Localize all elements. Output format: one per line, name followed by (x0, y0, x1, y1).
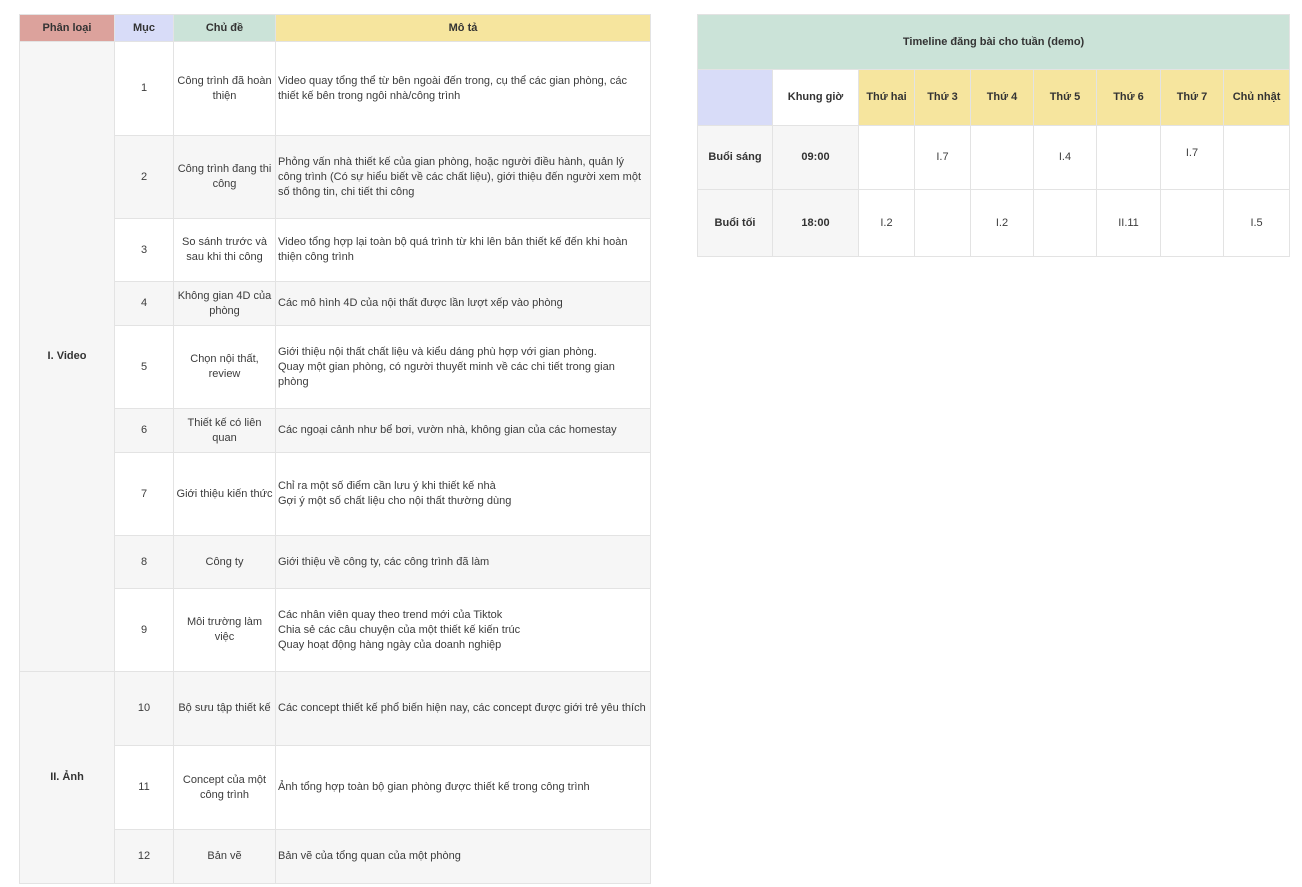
timeline-row-morning: Buổi sáng 09:00 I.7 I.4 I.7 (697, 125, 1291, 190)
topic-cell[interactable]: Thiết kế có liên quan (173, 408, 276, 453)
timeline-header-row: Khung giờ Thứ hai Thứ 3 Thứ 4 Thứ 5 Thứ … (697, 69, 1291, 126)
day-header-sun[interactable]: Chủ nhật (1222, 69, 1291, 126)
table-row: 11 Concept của một công trình Ảnh tổng h… (20, 745, 651, 830)
category-cell-video[interactable]: I. Video (19, 41, 115, 672)
schedule-cell[interactable]: I.2 (858, 189, 915, 257)
timeline-title-row: Timeline đăng bài cho tuần (demo) (696, 14, 1291, 70)
table-row: 4 Không gian 4D của phòng Các mô hình 4D… (20, 281, 651, 326)
timeline-title[interactable]: Timeline đăng bài cho tuần (demo) (696, 14, 1291, 70)
topic-cell[interactable]: Bản vẽ (173, 829, 276, 884)
topic-cell[interactable]: Giới thiệu kiến thức (173, 452, 276, 536)
schedule-cell[interactable]: I.5 (1222, 189, 1291, 257)
table-row: 12 Bản vẽ Bản vẽ của tổng quan của một p… (20, 829, 651, 884)
description-cell[interactable]: Bản vẽ của tổng quan của một phòng (275, 829, 651, 884)
topic-cell[interactable]: Môi trường làm việc (173, 588, 276, 672)
topic-header[interactable]: Chủ đề (173, 14, 276, 42)
description-header[interactable]: Mô tả (275, 14, 651, 42)
table-row: 8 Công ty Giới thiệu về công ty, các côn… (20, 535, 651, 589)
schedule-cell[interactable]: I.7 (914, 125, 971, 190)
description-cell[interactable]: Các concept thiết kế phổ biến hiện nay, … (275, 671, 651, 746)
topic-cell[interactable]: Concept của một công trình (173, 745, 276, 830)
content-header-row: Phân loại Mục Chủ đề Mô tả (19, 14, 651, 42)
schedule-cell[interactable]: I.4 (1033, 125, 1097, 190)
table-row: 9 Môi trường làm việc Các nhân viên quay… (20, 588, 651, 672)
schedule-cell[interactable]: I.7 (1160, 125, 1224, 190)
description-cell[interactable]: Giới thiệu nội thất chất liệu và kiểu dá… (275, 325, 651, 409)
schedule-cell[interactable]: I.2 (970, 189, 1034, 257)
day-header-fri[interactable]: Thứ 6 (1096, 69, 1161, 126)
time-slot-header[interactable]: Khung giờ (772, 69, 859, 126)
timeline-corner-cell[interactable] (697, 69, 773, 126)
timeline-row-evening: Buổi tối 18:00 I.2 I.2 II.11 I.5 (697, 189, 1291, 257)
day-header-mon[interactable]: Thứ hai (858, 69, 915, 126)
schedule-cell[interactable] (1033, 189, 1097, 257)
description-cell[interactable]: Video quay tổng thể từ bên ngoài đến tro… (275, 41, 651, 136)
content-plan-table: Phân loại Mục Chủ đề Mô tả I. Video 1 Cô… (19, 14, 651, 884)
table-row: 5 Chọn nội thất, review Giới thiệu nội t… (20, 325, 651, 409)
description-cell[interactable]: Các mô hình 4D của nội thất được lần lượ… (275, 281, 651, 326)
item-number[interactable]: 8 (114, 535, 174, 589)
topic-cell[interactable]: Công ty (173, 535, 276, 589)
category-header[interactable]: Phân loại (19, 14, 115, 42)
topic-cell[interactable]: So sánh trước và sau khi thi công (173, 218, 276, 282)
description-cell[interactable]: Chỉ ra một số điểm cần lưu ý khi thiết k… (275, 452, 651, 536)
schedule-cell[interactable] (1096, 125, 1161, 190)
item-number[interactable]: 2 (114, 135, 174, 219)
day-header-wed[interactable]: Thứ 4 (970, 69, 1034, 126)
item-number[interactable]: 5 (114, 325, 174, 409)
item-number[interactable]: 4 (114, 281, 174, 326)
schedule-cell[interactable] (858, 125, 915, 190)
day-header-tue[interactable]: Thứ 3 (914, 69, 971, 126)
table-row: II. Ảnh 10 Bộ sưu tập thiết kế Các conce… (19, 671, 651, 884)
topic-cell[interactable]: Bộ sưu tập thiết kế (173, 671, 276, 746)
topic-cell[interactable]: Công trình đang thi công (173, 135, 276, 219)
table-row: 7 Giới thiệu kiến thức Chỉ ra một số điể… (20, 452, 651, 536)
item-number[interactable]: 10 (114, 671, 174, 746)
schedule-cell[interactable] (1160, 189, 1224, 257)
session-label[interactable]: Buổi tối (697, 189, 773, 257)
table-row: 2 Công trình đang thi công Phỏng vấn nhà… (20, 135, 651, 219)
session-time[interactable]: 18:00 (772, 189, 859, 257)
day-header-sat[interactable]: Thứ 7 (1160, 69, 1224, 126)
table-row: I. Video 1 Công trình đã hoàn thiện Vide… (19, 41, 651, 672)
schedule-cell[interactable]: II.11 (1096, 189, 1161, 257)
day-header-thu[interactable]: Thứ 5 (1033, 69, 1097, 126)
item-number[interactable]: 3 (114, 218, 174, 282)
topic-cell[interactable]: Không gian 4D của phòng (173, 281, 276, 326)
topic-cell[interactable]: Chọn nội thất, review (173, 325, 276, 409)
description-cell[interactable]: Ảnh tổng hợp toàn bộ gian phòng được thi… (275, 745, 651, 830)
topic-cell[interactable]: Công trình đã hoàn thiện (173, 41, 276, 136)
description-cell[interactable]: Các ngoại cảnh như bể bơi, vườn nhà, khô… (275, 408, 651, 453)
category-cell-photo[interactable]: II. Ảnh (19, 671, 115, 884)
description-cell[interactable]: Video tổng hợp lại toàn bộ quá trình từ … (275, 218, 651, 282)
item-number[interactable]: 1 (114, 41, 174, 136)
item-number[interactable]: 12 (114, 829, 174, 884)
session-label[interactable]: Buổi sáng (697, 125, 773, 190)
table-row: 3 So sánh trước và sau khi thi công Vide… (20, 218, 651, 282)
posting-timeline-table: Timeline đăng bài cho tuần (demo) Khung … (696, 14, 1291, 257)
description-cell[interactable]: Các nhân viên quay theo trend mới của Ti… (275, 588, 651, 672)
description-cell[interactable]: Giới thiệu về công ty, các công trình đã… (275, 535, 651, 589)
item-number[interactable]: 6 (114, 408, 174, 453)
schedule-cell[interactable] (914, 189, 971, 257)
description-cell[interactable]: Phỏng vấn nhà thiết kế của gian phòng, h… (275, 135, 651, 219)
schedule-cell[interactable] (970, 125, 1034, 190)
table-row: 6 Thiết kế có liên quan Các ngoại cảnh n… (20, 408, 651, 453)
item-number[interactable]: 11 (114, 745, 174, 830)
session-time[interactable]: 09:00 (772, 125, 859, 190)
item-header[interactable]: Mục (114, 14, 174, 42)
item-number[interactable]: 7 (114, 452, 174, 536)
schedule-cell[interactable] (1222, 125, 1291, 190)
item-number[interactable]: 9 (114, 588, 174, 672)
